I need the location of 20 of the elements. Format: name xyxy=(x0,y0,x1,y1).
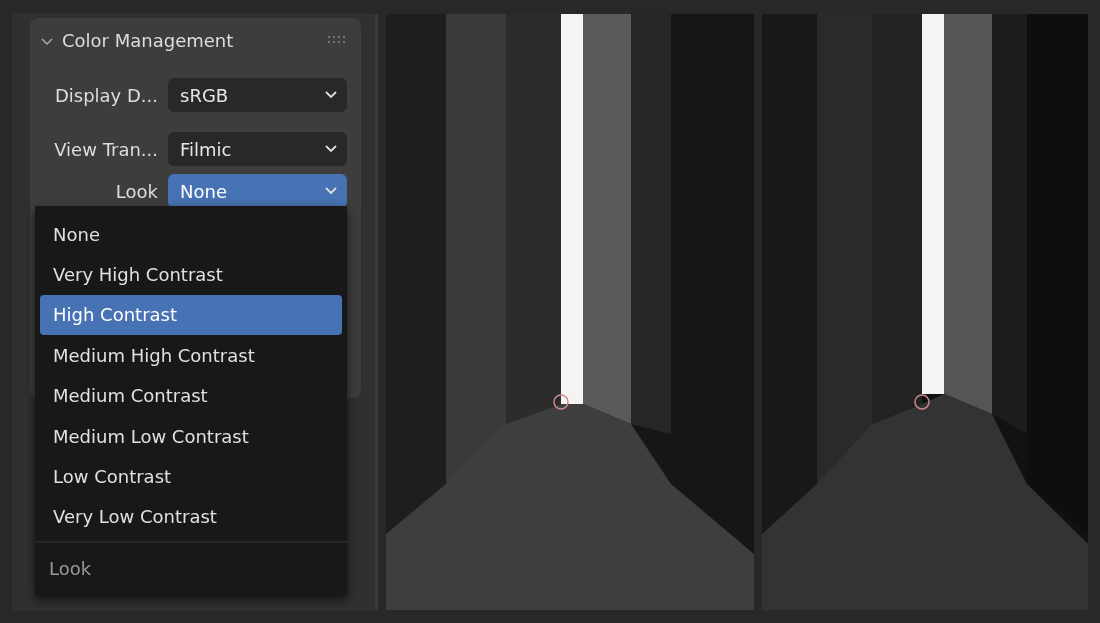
menu-item[interactable]: Very High Contrast xyxy=(40,254,342,295)
drag-handle-icon[interactable] xyxy=(327,35,347,45)
panel-title[interactable]: Color Management xyxy=(62,26,234,54)
menu-item[interactable]: Low Contrast xyxy=(40,456,342,497)
caret-icon xyxy=(325,187,337,195)
menu-item[interactable]: Medium High Contrast xyxy=(40,335,342,376)
dropdown-field[interactable]: Filmic xyxy=(168,132,347,166)
menu-item[interactable]: Medium Low Contrast xyxy=(40,415,342,457)
caret-icon xyxy=(325,91,337,99)
dropdown-field[interactable]: None xyxy=(168,174,347,208)
menu-item[interactable]: Medium Contrast xyxy=(40,375,342,416)
field-label: Display D... xyxy=(53,83,158,108)
menu-item[interactable]: None xyxy=(40,214,342,255)
menu-title: Look xyxy=(49,558,92,580)
menu-item[interactable]: Very Low Contrast xyxy=(40,496,342,538)
dropdown-field[interactable]: sRGB xyxy=(168,78,347,112)
field-label: Look xyxy=(114,179,158,204)
caret-icon xyxy=(325,145,337,153)
menu-item[interactable]: High Contrast xyxy=(40,294,342,336)
field-label: View Tran... xyxy=(53,137,158,162)
